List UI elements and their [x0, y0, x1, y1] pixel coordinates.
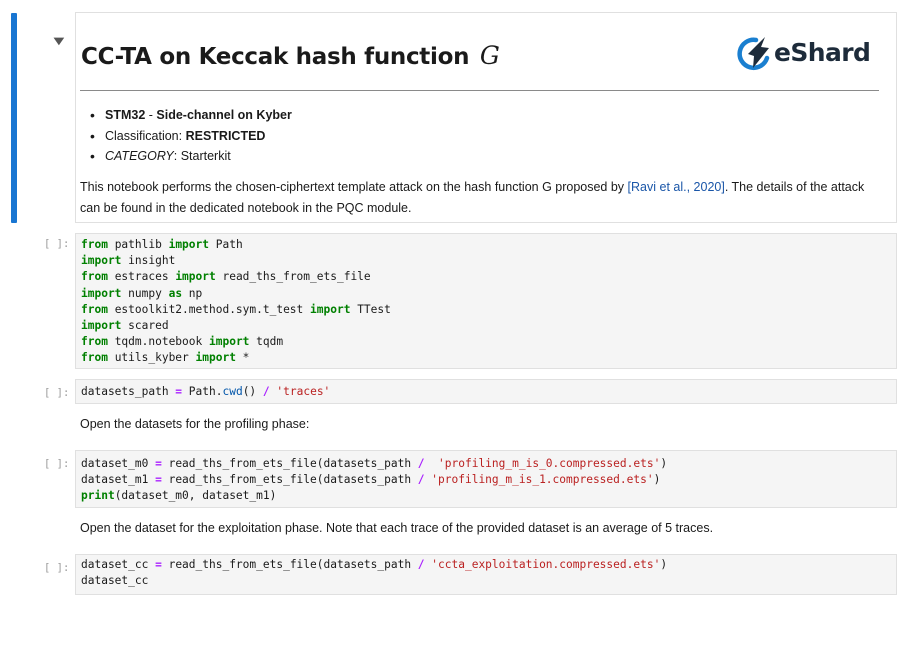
code-token: import [209, 335, 250, 349]
code-token: import [81, 254, 122, 268]
category-value: : Starterkit [173, 149, 231, 163]
code-token: = [155, 457, 162, 470]
code-token: import [81, 286, 122, 300]
platform-label: STM32 [105, 108, 146, 122]
eshard-logo: eShard [736, 34, 876, 74]
code-editor[interactable]: datasets_path = Path.cwd() / 'traces' [76, 384, 896, 400]
code-token: from [81, 335, 108, 349]
code-token: ) [660, 457, 668, 470]
code-token: import [310, 302, 351, 316]
code-token: dataset_m0 [81, 457, 156, 470]
code-token: 'traces' [276, 385, 331, 398]
code-token: from [81, 351, 108, 365]
code-token: read_ths_from_ets_file(datasets_path [161, 473, 418, 487]
markdown-cell[interactable]: CC-TA on Keccak hash function G eShard S… [75, 12, 897, 223]
code-token: tqdm [256, 335, 284, 349]
code-token: import [195, 351, 236, 365]
code-token: / [417, 558, 425, 571]
code-token: import [175, 270, 216, 284]
code-token: read_ths_from_ets_file(datasets_path [161, 558, 418, 571]
code-token: from [81, 302, 108, 316]
cell-prompt: [ ]: [44, 458, 70, 470]
list-item: Classification: RESTRICTED [90, 126, 292, 147]
code-token: 'profiling_m_is_1.compressed.ets' [431, 473, 654, 487]
code-token: / [417, 473, 425, 487]
code-token: cwd [222, 385, 243, 398]
code-token: estoolkit2.method.sym.t_test [107, 302, 311, 316]
category-label: CATEGORY [105, 149, 174, 163]
code-token: read_ths_from_ets_file [222, 270, 371, 284]
code-token: (dataset_m0, dataset_m1) [114, 489, 277, 503]
title-divider [80, 90, 879, 91]
code-token: scared [128, 319, 169, 333]
code-token: read_ths_from_ets_file(datasets_path [161, 457, 418, 470]
code-token: ) [660, 558, 668, 571]
code-token: ) [653, 473, 661, 487]
collapse-toggle-icon[interactable]: ▼ [53, 36, 64, 47]
code-token: dataset_m1 [81, 473, 156, 487]
code-token: () [242, 385, 263, 398]
classification-label: Classification: [105, 128, 186, 143]
profiling-text: Open the datasets for the profiling phas… [80, 417, 310, 431]
code-token: Path. [182, 385, 223, 398]
code-cell-datasets-path[interactable]: datasets_path = Path.cwd() / 'traces' [75, 379, 897, 404]
code-token: from [81, 270, 108, 284]
code-token: 'profiling_m_is_0.compressed.ets' [438, 457, 661, 470]
code-token: 'ccta_exploitation.compressed.ets' [431, 558, 661, 571]
code-token: print [81, 489, 115, 503]
code-token: = [155, 558, 162, 571]
code-token: as [168, 286, 183, 300]
notebook-title: CC-TA on Keccak hash function G [81, 41, 500, 70]
code-token: Path [215, 238, 243, 251]
list-item: STM32 - Side-channel on Kyber [90, 105, 292, 126]
separator: - [145, 108, 157, 122]
active-cell-indicator [11, 13, 17, 223]
code-token: from [81, 238, 108, 251]
code-token: np [188, 286, 203, 300]
logo-text: eShard [774, 38, 871, 67]
code-cell-exploitation-dataset[interactable]: dataset_cc = read_ths_from_ets_file(data… [75, 554, 897, 595]
code-token: * [235, 351, 250, 365]
code-token: estraces [107, 270, 176, 284]
code-token: insight [128, 254, 176, 268]
code-token: utils_kyber [107, 351, 196, 365]
code-token: dataset_cc [81, 558, 156, 571]
description-text: This notebook performs the chosen-cipher… [80, 180, 628, 194]
code-cell-profiling-datasets[interactable]: dataset_m0 = read_ths_from_ets_file(data… [75, 450, 897, 508]
cell-prompt: [ ]: [44, 562, 70, 574]
code-editor[interactable]: from pathlib import Path import insight … [76, 237, 896, 367]
cell-prompt: [ ]: [44, 238, 70, 250]
code-token: = [155, 473, 162, 487]
code-token: import [168, 238, 209, 251]
code-token: / [417, 457, 425, 470]
code-token: TTest [357, 302, 391, 316]
code-editor[interactable]: dataset_m0 = read_ths_from_ets_file(data… [76, 456, 896, 505]
title-text: CC-TA on Keccak hash function [81, 44, 470, 70]
code-token: / [262, 385, 270, 398]
title-symbol: G [479, 41, 500, 70]
code-token: datasets_path [81, 385, 176, 398]
metadata-list: STM32 - Side-channel on Kyber Classifica… [90, 105, 292, 167]
cell-prompt: [ ]: [44, 387, 70, 399]
list-item: CATEGORY: Starterkit [90, 146, 292, 167]
eshard-logo-icon [737, 37, 770, 71]
exploitation-text: Open the dataset for the exploitation ph… [80, 521, 714, 535]
classification-value: RESTRICTED [185, 128, 266, 143]
code-editor[interactable]: dataset_cc = read_ths_from_ets_file(data… [76, 557, 896, 589]
code-token: dataset_cc [81, 574, 149, 588]
code-token: import [81, 319, 122, 333]
code-cell-imports[interactable]: from pathlib import Path import insight … [75, 233, 897, 369]
code-token: numpy [121, 286, 169, 300]
description-paragraph: This notebook performs the chosen-cipher… [80, 177, 870, 219]
reference-link[interactable]: [Ravi et al., 2020] [628, 180, 725, 194]
topic-label: Side-channel on Kyber [156, 108, 292, 122]
code-token: pathlib [107, 238, 169, 251]
code-token: tqdm.notebook [107, 335, 209, 349]
